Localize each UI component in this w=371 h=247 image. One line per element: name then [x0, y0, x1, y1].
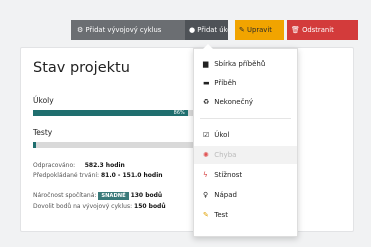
tests-label: Testy: [33, 128, 53, 137]
globe-icon: ●: [189, 26, 196, 34]
menu-separator: [200, 118, 291, 119]
menu-item-story[interactable]: ▬ Příběh: [194, 74, 297, 92]
menu-item-story-collection[interactable]: ▆ Sbírka příběhů: [194, 55, 297, 73]
bug-icon: ✺: [203, 151, 209, 159]
delete-button[interactable]: 🗑 Odstranit: [287, 20, 358, 40]
difficulty-label: Náročnost spočítaná:: [33, 192, 97, 199]
menu-item-label: Sbírka příběhů: [214, 60, 266, 68]
expected-label: Předpokládané trvání:: [33, 172, 100, 179]
delete-label: Odstranit: [302, 26, 334, 34]
menu-item-label: Chyba: [214, 151, 237, 159]
edit-label: Upravit: [247, 26, 272, 34]
panel-title: Stav projektu: [33, 60, 130, 76]
tests-progress-bar: [33, 142, 213, 148]
book-icon: ▆: [203, 60, 209, 68]
remaining-row: Dovolit bodů na vývojový cyklus: 150 bod…: [33, 203, 166, 210]
add-cycle-label: Přidat vývojový cyklus: [85, 26, 162, 34]
edit-icon: ✎: [239, 26, 245, 34]
difficulty-row: Náročnost spočítaná: SNADNÉ 130 bodů: [33, 192, 162, 200]
gears-icon: ⚙: [77, 26, 84, 34]
difficulty-badge: SNADNÉ: [98, 192, 129, 200]
worked-label: Odpracováno:: [33, 162, 76, 169]
menu-item-complaint[interactable]: ϟ Stížnost: [194, 166, 297, 184]
menu-item-bug[interactable]: ✺ Chyba: [194, 146, 297, 164]
lightbulb-icon: ♀: [203, 191, 209, 199]
project-status-panel: Stav projektu Úkoly 86% Testy Odpracován…: [20, 47, 354, 232]
worked-value: 582.3 hodin: [84, 162, 125, 169]
remaining-label: Dovolit bodů na vývojový cyklus:: [33, 203, 133, 210]
remaining-value: 150 bodů: [134, 203, 166, 210]
checkbox-icon: ☑: [203, 131, 210, 139]
menu-item-label: Nekonečný: [214, 98, 254, 106]
tasks-progress-fill: 86%: [33, 110, 188, 116]
menu-item-infinite[interactable]: ♻ Nekonečný: [194, 93, 297, 111]
menu-item-test[interactable]: ✎ Test: [194, 206, 297, 224]
card-icon: ▬: [203, 79, 210, 87]
edit-button[interactable]: ✎ Upravit: [235, 20, 284, 40]
menu-item-label: Test: [214, 211, 229, 219]
menu-item-label: Stížnost: [214, 171, 243, 179]
tests-progress-fill: [33, 142, 36, 148]
add-task-label: Přidat úkol: [197, 26, 228, 34]
menu-item-label: Nápad: [214, 191, 237, 199]
worked-row: Odpracováno: 582.3 hodin: [33, 162, 125, 169]
menu-item-label: Příběh: [214, 79, 237, 87]
lightning-icon: ϟ: [203, 171, 208, 179]
expected-value: 81.0 - 151.0 hodin: [101, 172, 163, 179]
add-task-dropdown: ▆ Sbírka příběhů ▬ Příběh ♻ Nekonečný ☑ …: [193, 44, 298, 237]
difficulty-points: 130 bodů: [130, 192, 163, 199]
tasks-progress-bar: 86%: [33, 110, 213, 116]
add-task-button[interactable]: ● Přidat úkol: [185, 20, 228, 40]
pencil-icon: ✎: [203, 211, 209, 219]
menu-item-idea[interactable]: ♀ Nápad: [194, 186, 297, 204]
menu-item-label: Úkol: [214, 131, 230, 139]
add-cycle-button[interactable]: ⚙ Přidat vývojový cyklus: [71, 20, 185, 40]
menu-item-task[interactable]: ☑ Úkol: [194, 126, 297, 144]
tasks-label: Úkoly: [33, 96, 54, 105]
recycle-icon: ♻: [203, 98, 210, 106]
trash-icon: 🗑: [291, 26, 300, 34]
expected-row: Předpokládané trvání: 81.0 - 151.0 hodin: [33, 172, 163, 179]
